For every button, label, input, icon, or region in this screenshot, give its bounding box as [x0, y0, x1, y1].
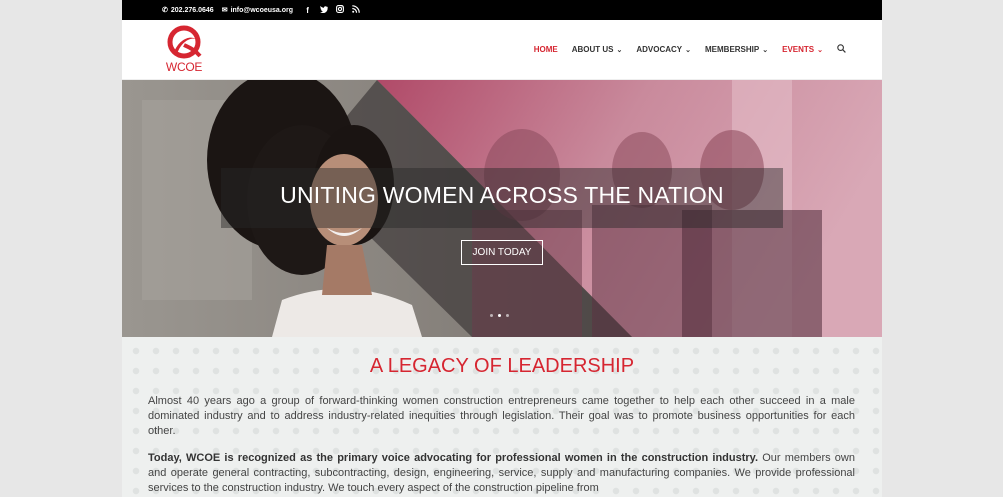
slider-dot-active[interactable]: [498, 314, 501, 317]
facebook-icon[interactable]: f: [303, 6, 312, 15]
nav-item-label: ADVOCACY: [636, 45, 683, 54]
paragraph-emphasis: Today, WCOE is recognized as the primary…: [148, 452, 759, 464]
instagram-icon[interactable]: [335, 5, 344, 15]
phone-link[interactable]: ✆ 202.276.0646: [162, 6, 214, 15]
site-logo[interactable]: WCOE: [162, 25, 206, 75]
site-header: WCOE HOME ABOUT US ⌄ ADVOCACY ⌄ MEMBERSH…: [122, 20, 882, 80]
nav-item-home[interactable]: HOME: [534, 45, 558, 54]
legacy-section: A LEGACY OF LEADERSHIP Almost 40 years a…: [122, 337, 882, 497]
email-link[interactable]: ✉ info@wcoeusa.org: [221, 6, 294, 15]
nav-item-label: EVENTS: [782, 45, 815, 54]
nav-item-label: ABOUT US: [571, 45, 614, 54]
email-address: info@wcoeusa.org: [230, 6, 294, 14]
join-today-button[interactable]: JOIN TODAY: [461, 240, 543, 265]
phone-number: 202.276.0646: [170, 6, 214, 14]
rss-icon[interactable]: [351, 5, 360, 15]
section-paragraph-2: Today, WCOE is recognized as the primary…: [148, 451, 855, 496]
nav-item-label: MEMBERSHIP: [705, 45, 760, 54]
search-icon[interactable]: [837, 44, 846, 55]
nav-item-label: HOME: [533, 45, 558, 54]
phone-icon: ✆: [162, 7, 168, 14]
nav-item-membership[interactable]: MEMBERSHIP ⌄: [705, 45, 768, 54]
envelope-icon: ✉: [221, 7, 228, 14]
section-title: A LEGACY OF LEADERSHIP: [369, 355, 635, 377]
hero-title-box: UNITING WOMEN ACROSS THE NATION: [221, 168, 783, 228]
nav-item-events[interactable]: EVENTS ⌄: [782, 45, 823, 54]
slider-dots: [490, 314, 514, 317]
twitter-icon[interactable]: [319, 5, 328, 15]
section-paragraph-1: Almost 40 years ago a group of forward-t…: [148, 395, 855, 437]
main-nav: HOME ABOUT US ⌄ ADVOCACY ⌄ MEMBERSHIP ⌄ …: [520, 44, 846, 55]
chevron-down-icon: ⌄: [685, 46, 691, 54]
slider-dot[interactable]: [490, 314, 493, 317]
chevron-down-icon: ⌄: [616, 46, 623, 54]
slider-dot[interactable]: [506, 314, 509, 317]
chevron-down-icon: ⌄: [817, 46, 823, 54]
social-links: f: [303, 5, 367, 15]
nav-item-advocacy[interactable]: ADVOCACY ⌄: [636, 45, 691, 54]
hero-title: UNITING WOMEN ACROSS THE NATION: [280, 182, 724, 208]
chevron-down-icon: ⌄: [762, 46, 769, 54]
logo-text: WCOE: [165, 60, 203, 74]
nav-item-about-us[interactable]: ABOUT US ⌄: [572, 45, 623, 54]
hero-slider: UNITING WOMEN ACROSS THE NATION JOIN TOD…: [122, 80, 882, 337]
top-bar: ✆ 202.276.0646 ✉ info@wcoeusa.org f: [122, 0, 882, 20]
page: ✆ 202.276.0646 ✉ info@wcoeusa.org f WCOE…: [122, 0, 882, 497]
